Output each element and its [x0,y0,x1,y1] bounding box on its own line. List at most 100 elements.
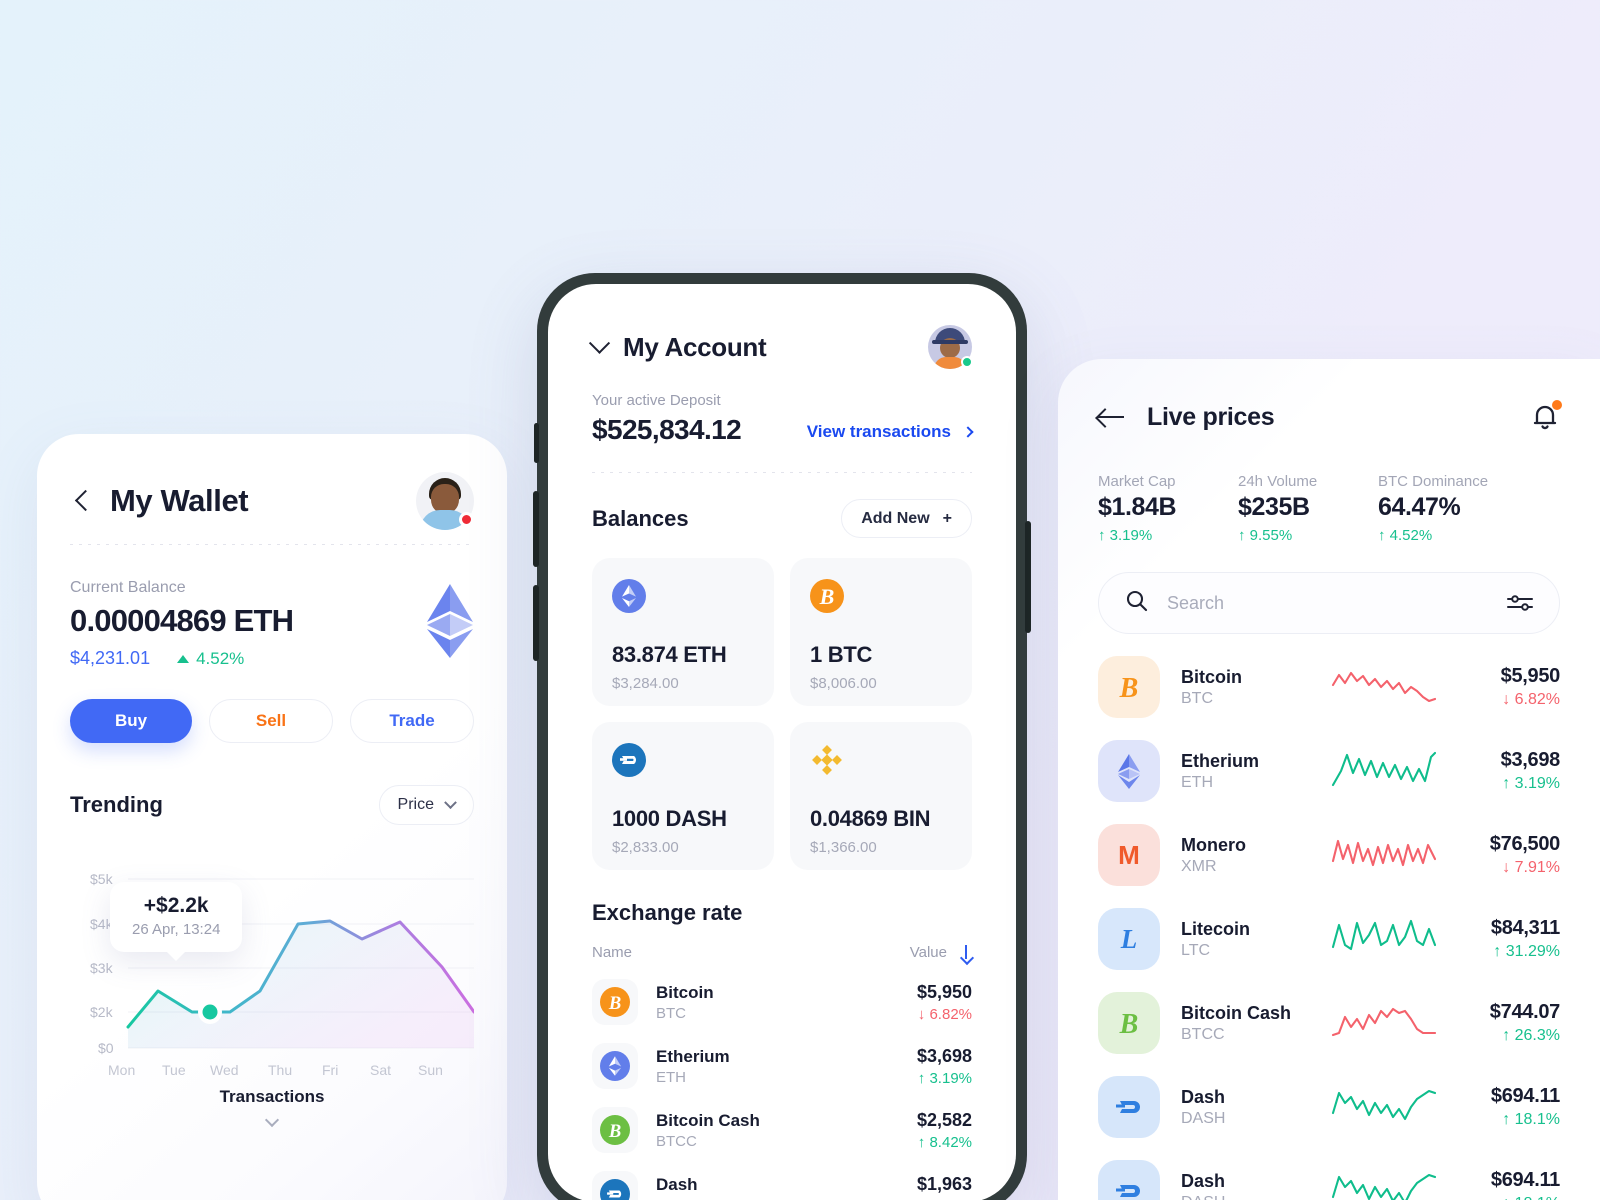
coin-change: ↑ 3.19% [1502,775,1560,792]
bitcoin-icon: B [592,979,638,1025]
balance-change-value: 4.52% [196,648,245,668]
balance-tiles: 83.874 ETH $3,284.00 B 1 BTC $8,006.00 1… [592,558,972,870]
balance-tile[interactable]: 1000 DASH $2,833.00 [592,722,774,870]
phone-side-button[interactable] [534,423,539,463]
divider [592,472,972,473]
sparkline-chart [1331,747,1437,796]
price-selector-label: Price [397,796,434,813]
my-account-screen: My Account Your active Deposit $525,834.… [548,284,1016,1200]
stat-change: ↑ 9.55% [1238,527,1293,544]
list-item[interactable]: B Bitcoin BTC $5,950 ↓ 6.82% [1098,656,1560,718]
svg-text:Thu: Thu [268,1062,292,1078]
add-new-label: Add New [861,509,930,527]
live-prices-card: Live prices Market Cap $1.84B ↑ 3.19% 24… [1058,359,1600,1200]
page-title: Live prices [1147,402,1275,431]
sparkline-chart [1331,999,1437,1048]
avatar[interactable] [416,472,474,530]
balance-label: Current Balance [70,579,186,596]
monero-icon: M [1098,824,1160,886]
trending-header: Trending Price [70,785,474,825]
svg-text:Mon: Mon [108,1062,135,1078]
table-row[interactable]: Etherium ETH $3,698 ↑ 3.19% [592,1043,972,1089]
chevron-left-icon[interactable] [70,488,96,514]
filter-settings-icon[interactable] [1507,593,1533,613]
chevron-down-icon[interactable] [264,1112,280,1128]
balance-usd: $4,231.01 [70,648,151,668]
bitcoin-cash-icon: B [592,1107,638,1153]
row-price: $5,950 [916,981,972,1002]
dash-icon [592,1171,638,1200]
list-item[interactable]: B Bitcoin Cash BTCC $744.07 ↑ 26.3% [1098,992,1560,1054]
account-title: My Account [623,331,767,362]
trade-button[interactable]: Trade [350,699,474,743]
tile-usd: $2,833.00 [612,839,679,856]
balance-tile[interactable]: 83.874 ETH $3,284.00 [592,558,774,706]
sell-button[interactable]: Sell [209,699,333,743]
stat-change: ↑ 3.19% [1098,527,1153,544]
balance-tile[interactable]: 0.04869 BIN $1,366.00 [790,722,972,870]
list-item[interactable]: Etherium ETH $3,698 ↑ 3.19% [1098,740,1560,802]
tooltip-value: +$2.2k [143,894,209,917]
view-transactions-label: View transactions [806,422,951,441]
table-row[interactable]: Dash ETH $1,963 ↑ 3.19% [592,1171,972,1200]
row-symbol: BTC [656,1004,686,1022]
table-row[interactable]: B Bitcoin BTC $5,950 ↓ 6.82% [592,979,972,1025]
coin-change: ↑ 18.1% [1502,1111,1560,1128]
view-transactions-link[interactable]: View transactions [806,422,974,442]
bitcoin-cash-icon: B [1098,992,1160,1054]
coin-name: Etherium [1181,750,1260,771]
coin-name: Bitcoin Cash [1181,1002,1292,1023]
svg-text:Fri: Fri [322,1062,338,1078]
coin-price: $5,950 [1500,665,1561,687]
phone-volume-down-button[interactable] [533,585,539,661]
bitcoin-icon: B [1098,656,1160,718]
phone-power-button[interactable] [1025,521,1031,633]
coin-symbol: DASH [1181,1109,1226,1127]
trending-chart[interactable]: $5k $4k $3k $2k $0 Mon Tue Wed Thu Fri S… [70,849,476,1079]
row-symbol: ETH [656,1068,686,1086]
stat-market-cap: Market Cap $1.84B ↑ 3.19% [1098,473,1238,544]
stat-change: ↑ 4.52% [1378,527,1433,544]
table-row[interactable]: B Bitcoin Cash BTCC $2,582 ↑ 8.42% [592,1107,972,1153]
notification-badge [1552,400,1562,410]
list-item[interactable]: M Monero XMR $76,500 ↓ 7.91% [1098,824,1560,886]
list-item[interactable]: Dash DASH $694.11 ↑ 18.1% [1098,1160,1560,1200]
coin-name: Dash [1181,1086,1226,1107]
balances-title: Balances [592,505,689,531]
sort-descending-icon[interactable] [960,944,972,961]
divider [70,544,474,545]
list-item[interactable]: Dash DASH $694.11 ↑ 18.1% [1098,1076,1560,1138]
search-bar[interactable] [1098,572,1560,634]
list-item[interactable]: L Litecoin LTC $84,311 ↑ 31.29% [1098,908,1560,970]
chevron-down-icon [444,795,457,809]
column-value-label: Value [909,944,947,961]
sparkline-chart [1331,915,1437,964]
add-new-button[interactable]: Add New + [841,499,972,538]
svg-text:M: M [1118,840,1140,870]
notification-bell-icon[interactable] [1530,400,1562,433]
row-name: Bitcoin [656,982,714,1002]
chevron-right-icon [962,426,974,438]
avatar[interactable] [928,325,973,369]
arrow-left-icon[interactable] [1098,407,1128,427]
deposit-block: Your active Deposit $525,834.12 View tra… [592,392,974,446]
balance-tile[interactable]: B 1 BTC $8,006.00 [790,558,972,706]
search-input[interactable] [1167,592,1507,614]
exchange-columns: Name Value [592,944,972,961]
coin-symbol: ETH [1181,773,1213,791]
search-icon [1125,589,1149,618]
price-selector-dropdown[interactable]: Price [378,785,474,825]
coin-price: $694.11 [1490,1169,1560,1191]
status-badge [459,512,474,527]
svg-text:B: B [608,1121,621,1142]
transactions-section[interactable]: Transactions [70,1087,474,1130]
column-header-value[interactable]: Value [910,944,972,961]
trending-title: Trending [70,792,163,817]
balance-subrow: $4,231.01 4.52% [70,648,293,669]
coin-name: Litecoin [1181,918,1251,939]
sparkline-chart [1331,663,1437,712]
phone-volume-up-button[interactable] [533,491,539,567]
chevron-down-icon[interactable] [588,332,611,354]
buy-button[interactable]: Buy [70,699,192,743]
svg-text:B: B [608,993,621,1014]
